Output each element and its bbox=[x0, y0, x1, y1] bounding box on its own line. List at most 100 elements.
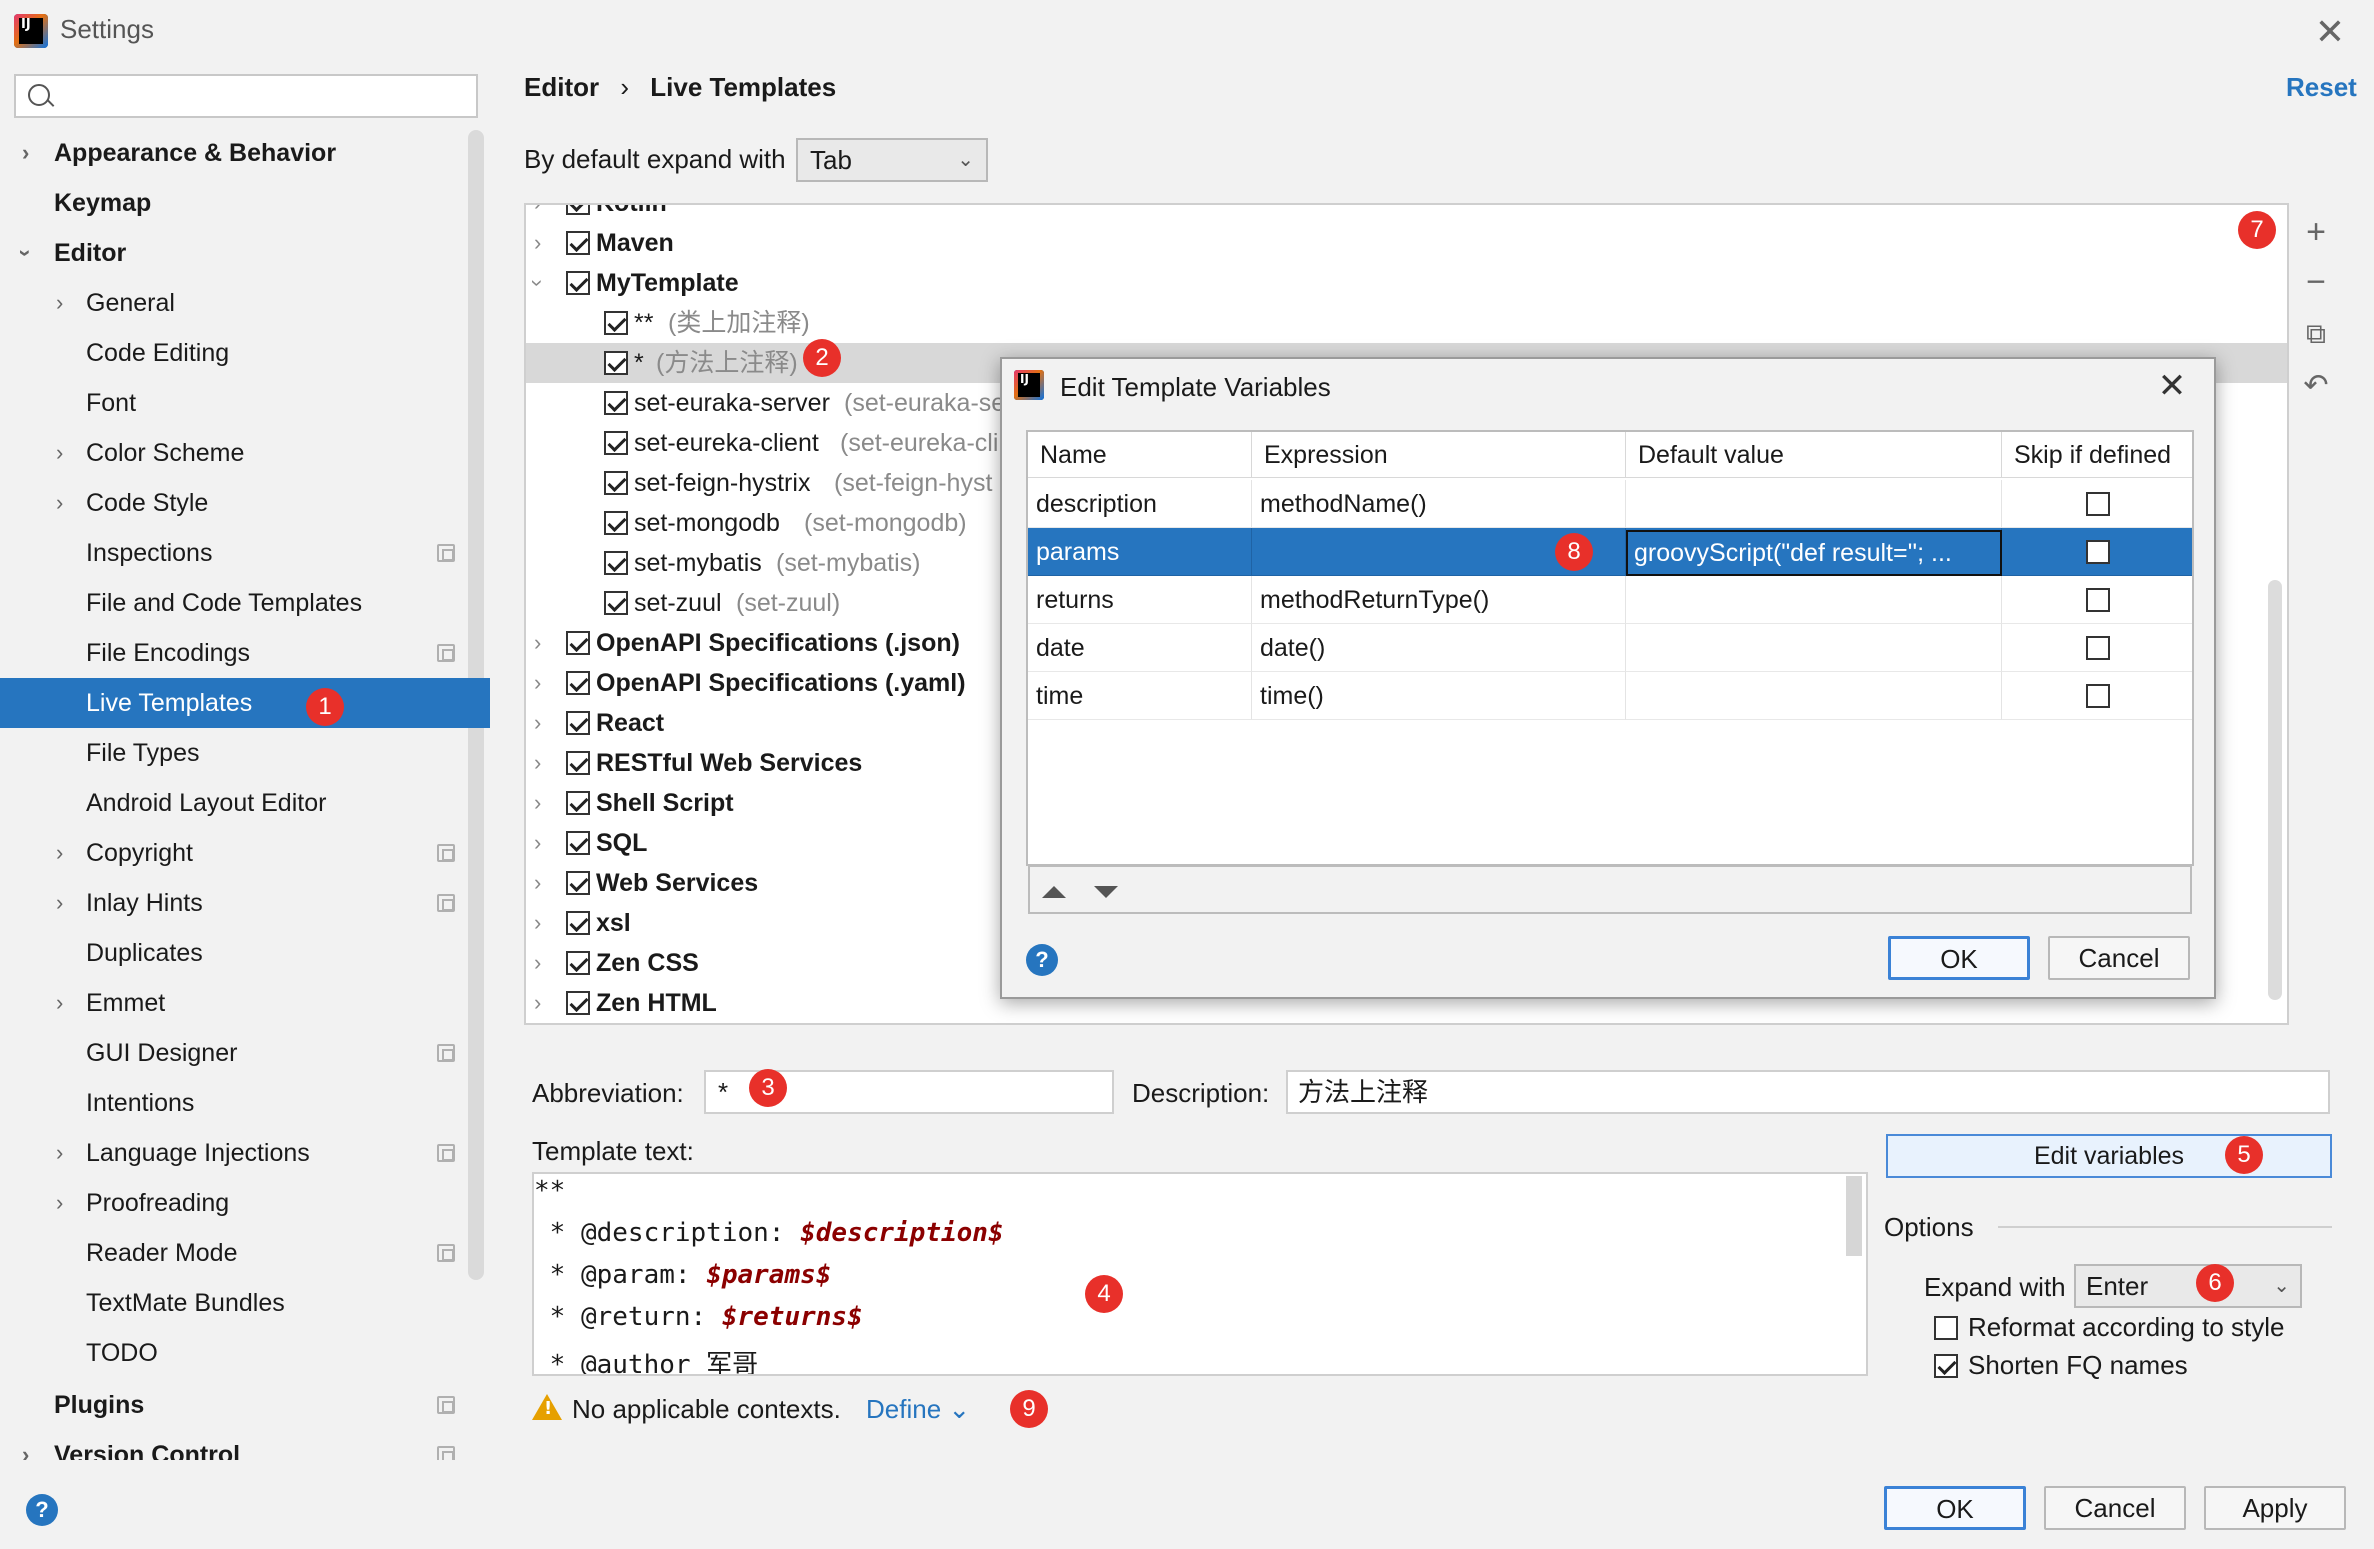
tree-group-row[interactable]: ›Kotlin bbox=[526, 205, 2287, 223]
remove-icon[interactable]: − bbox=[2298, 264, 2334, 300]
variable-name-cell[interactable]: description bbox=[1028, 480, 1252, 528]
description-input[interactable]: 方法上注释 bbox=[1286, 1070, 2330, 1114]
template-row[interactable]: ** (类上加注释) bbox=[526, 303, 2287, 343]
column-header-name[interactable]: Name bbox=[1028, 432, 1252, 478]
default-value-editor[interactable]: groovyScript("def result=''; ... bbox=[1626, 530, 2002, 576]
sidebar-item-version-control[interactable]: › Version Control bbox=[0, 1430, 490, 1460]
sidebar-item-code-style[interactable]: › Code Style bbox=[0, 478, 490, 528]
skip-if-defined-checkbox[interactable] bbox=[2086, 492, 2110, 516]
move-up-icon[interactable] bbox=[1042, 886, 1066, 898]
sidebar-item-inlay-hints[interactable]: › Inlay Hints bbox=[0, 878, 490, 928]
group-checkbox[interactable] bbox=[566, 271, 590, 295]
dialog-cancel-button[interactable]: Cancel bbox=[2048, 936, 2190, 980]
table-row-selected[interactable]: params bbox=[1028, 528, 2192, 576]
template-checkbox[interactable] bbox=[604, 431, 628, 455]
close-window-icon[interactable]: ✕ bbox=[2310, 12, 2350, 52]
sidebar-item-emmet[interactable]: › Emmet bbox=[0, 978, 490, 1028]
sidebar-item-font[interactable]: Font bbox=[0, 378, 490, 428]
variable-default-cell[interactable] bbox=[1626, 672, 2002, 720]
cancel-button[interactable]: Cancel bbox=[2044, 1486, 2186, 1530]
column-header-default-value[interactable]: Default value bbox=[1626, 432, 2002, 478]
dialog-help-icon[interactable]: ? bbox=[1026, 944, 1058, 976]
variable-expression-cell[interactable]: time() bbox=[1252, 672, 1626, 720]
sidebar-item-code-editing[interactable]: Code Editing bbox=[0, 328, 490, 378]
variable-name-cell[interactable]: date bbox=[1028, 624, 1252, 672]
template-text-editor[interactable]: ** * @description: $description$ * @para… bbox=[532, 1172, 1868, 1376]
edit-variables-button[interactable]: Edit variables bbox=[1886, 1134, 2332, 1178]
sidebar-item-proofreading[interactable]: › Proofreading bbox=[0, 1178, 490, 1228]
table-row[interactable]: description methodName() bbox=[1028, 480, 2192, 528]
sidebar-item-file-encodings[interactable]: File Encodings bbox=[0, 628, 490, 678]
template-checkbox[interactable] bbox=[604, 511, 628, 535]
sidebar-item-file-types[interactable]: File Types bbox=[0, 728, 490, 778]
add-icon[interactable]: + bbox=[2298, 214, 2334, 250]
settings-search-input[interactable] bbox=[14, 74, 478, 118]
define-contexts-link[interactable]: Define ⌄ bbox=[866, 1394, 970, 1425]
dialog-ok-button[interactable]: OK bbox=[1888, 936, 2030, 980]
sidebar-item-appearance-behavior[interactable]: › Appearance & Behavior bbox=[0, 128, 490, 178]
group-checkbox[interactable] bbox=[566, 751, 590, 775]
group-checkbox[interactable] bbox=[566, 231, 590, 255]
sidebar-item-gui-designer[interactable]: GUI Designer bbox=[0, 1028, 490, 1078]
variable-default-cell[interactable] bbox=[1626, 624, 2002, 672]
template-checkbox[interactable] bbox=[604, 311, 628, 335]
group-checkbox[interactable] bbox=[566, 991, 590, 1015]
variable-default-cell[interactable] bbox=[1626, 480, 2002, 528]
variable-expression-cell[interactable]: date() bbox=[1252, 624, 1626, 672]
template-checkbox[interactable] bbox=[604, 471, 628, 495]
sidebar-item-textmate-bundles[interactable]: TextMate Bundles bbox=[0, 1278, 490, 1328]
sidebar-item-android-layout-editor[interactable]: Android Layout Editor bbox=[0, 778, 490, 828]
variable-expression-cell[interactable]: methodName() bbox=[1252, 480, 1626, 528]
template-checkbox[interactable] bbox=[604, 551, 628, 575]
sidebar-item-language-injections[interactable]: › Language Injections bbox=[0, 1128, 490, 1178]
sidebar-item-file-code-templates[interactable]: File and Code Templates bbox=[0, 578, 490, 628]
sidebar-item-general[interactable]: › General bbox=[0, 278, 490, 328]
sidebar-item-intentions[interactable]: Intentions bbox=[0, 1078, 490, 1128]
sidebar-item-inspections[interactable]: Inspections bbox=[0, 528, 490, 578]
group-checkbox[interactable] bbox=[566, 791, 590, 815]
group-checkbox[interactable] bbox=[566, 711, 590, 735]
sidebar-item-color-scheme[interactable]: › Color Scheme bbox=[0, 428, 490, 478]
breadcrumb-editor[interactable]: Editor bbox=[524, 72, 599, 102]
group-checkbox[interactable] bbox=[566, 951, 590, 975]
expand-with-select[interactable]: Enter ⌄ bbox=[2074, 1264, 2302, 1308]
sidebar-item-reader-mode[interactable]: Reader Mode bbox=[0, 1228, 490, 1278]
sidebar-item-plugins[interactable]: Plugins bbox=[0, 1380, 490, 1430]
table-row[interactable]: time time() bbox=[1028, 672, 2192, 720]
default-expand-select[interactable]: Tab ⌄ bbox=[796, 138, 988, 182]
column-header-skip-if-defined[interactable]: Skip if defined bbox=[2002, 432, 2192, 478]
variable-name-cell[interactable]: params bbox=[1028, 528, 1252, 576]
template-checkbox[interactable] bbox=[604, 591, 628, 615]
dialog-close-icon[interactable]: ✕ bbox=[2152, 366, 2192, 406]
help-icon[interactable]: ? bbox=[26, 1494, 58, 1526]
sidebar-item-editor[interactable]: › Editor bbox=[0, 228, 490, 278]
move-down-icon[interactable] bbox=[1094, 886, 1118, 898]
group-checkbox[interactable] bbox=[566, 205, 590, 215]
group-checkbox[interactable] bbox=[566, 911, 590, 935]
restore-icon[interactable]: ↶ bbox=[2298, 368, 2334, 404]
group-checkbox[interactable] bbox=[566, 671, 590, 695]
group-checkbox[interactable] bbox=[566, 871, 590, 895]
template-checkbox[interactable] bbox=[604, 351, 628, 375]
shorten-fq-checkbox[interactable] bbox=[1934, 1354, 1958, 1378]
sidebar-item-duplicates[interactable]: Duplicates bbox=[0, 928, 490, 978]
sidebar-item-copyright[interactable]: › Copyright bbox=[0, 828, 490, 878]
variable-default-cell[interactable] bbox=[1626, 576, 2002, 624]
template-checkbox[interactable] bbox=[604, 391, 628, 415]
tree-group-row[interactable]: › Maven bbox=[526, 223, 2287, 263]
skip-if-defined-checkbox[interactable] bbox=[2086, 684, 2110, 708]
copy-icon[interactable]: ⧉ bbox=[2298, 316, 2334, 352]
variable-expression-cell[interactable]: methodReturnType() bbox=[1252, 576, 1626, 624]
skip-if-defined-checkbox[interactable] bbox=[2086, 588, 2110, 612]
skip-if-defined-checkbox[interactable] bbox=[2086, 636, 2110, 660]
tree-group-row[interactable]: › MyTemplate bbox=[526, 263, 2287, 303]
skip-if-defined-checkbox[interactable] bbox=[2086, 540, 2110, 564]
sidebar-item-keymap[interactable]: Keymap bbox=[0, 178, 490, 228]
column-header-expression[interactable]: Expression bbox=[1252, 432, 1626, 478]
sidebar-item-todo[interactable]: TODO bbox=[0, 1328, 490, 1378]
variable-name-cell[interactable]: returns bbox=[1028, 576, 1252, 624]
table-row[interactable]: date date() bbox=[1028, 624, 2192, 672]
template-text-scrollbar[interactable] bbox=[1846, 1176, 1862, 1256]
tree-scrollbar[interactable] bbox=[2268, 580, 2282, 1000]
group-checkbox[interactable] bbox=[566, 631, 590, 655]
